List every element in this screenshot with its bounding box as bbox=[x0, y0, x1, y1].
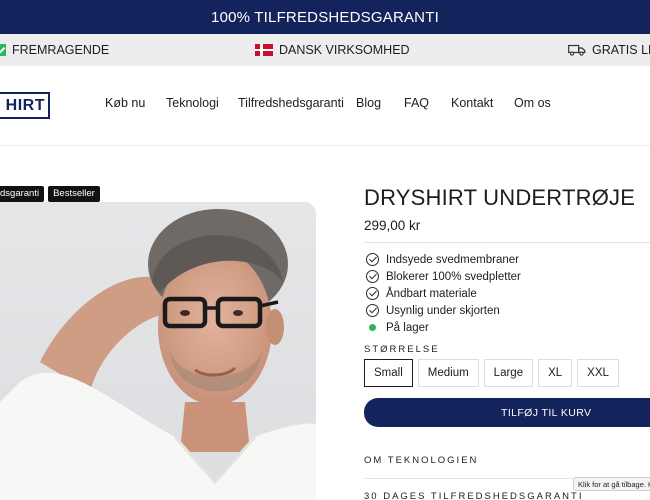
size-label: STØRRELSE bbox=[364, 344, 440, 355]
divider bbox=[364, 242, 650, 243]
product-price: 299,00 kr bbox=[364, 218, 421, 233]
nav-link-faq[interactable]: FAQ bbox=[404, 96, 429, 110]
announcement-bar: 100% TILFREDSHEDSGARANTI bbox=[0, 0, 650, 34]
site-logo[interactable]: HIRT bbox=[0, 92, 50, 119]
nav-link-buy[interactable]: Køb nu bbox=[105, 96, 145, 110]
guarantee-badge: dsgaranti bbox=[0, 186, 45, 202]
product-badges: dsgaranti Bestseller bbox=[0, 186, 100, 202]
feature-text: Blokerer 100% svedpletter bbox=[386, 270, 521, 283]
trust-item-danish: DANSK VIRKSOMHED bbox=[255, 34, 410, 66]
trust-item-rating: FREMRAGENDE bbox=[0, 34, 109, 66]
delivery-truck-icon bbox=[568, 44, 586, 56]
check-circle-icon bbox=[366, 270, 379, 283]
stock-status: På lager bbox=[366, 319, 521, 336]
nav-link-guarantee[interactable]: Tilfredshedsgaranti bbox=[238, 96, 344, 110]
trust-label: DANSK VIRKSOMHED bbox=[279, 43, 410, 57]
size-option-medium[interactable]: Medium bbox=[417, 359, 479, 387]
feature-list: Indsyede svedmembraner Blokerer 100% sve… bbox=[366, 251, 521, 336]
trust-item-delivery: GRATIS LEV bbox=[568, 34, 650, 66]
danish-flag-icon bbox=[255, 44, 273, 56]
size-selector: Small Medium Large XL XXL bbox=[364, 359, 619, 387]
trust-bar: FREMRAGENDE DANSK VIRKSOMHED GRATIS LEV bbox=[0, 34, 650, 66]
trust-label: FREMRAGENDE bbox=[12, 43, 110, 57]
check-circle-icon bbox=[366, 304, 379, 317]
feature-item: Blokerer 100% svedpletter bbox=[366, 268, 521, 285]
accordion-technology[interactable]: OM TEKNOLOGIEN bbox=[364, 455, 478, 466]
site-header: HIRT Køb nu Teknologi Tilfredshedsgarant… bbox=[0, 66, 650, 146]
feature-item: Åndbart materiale bbox=[366, 285, 521, 302]
nav-link-blog[interactable]: Blog bbox=[356, 96, 381, 110]
nav-link-contact[interactable]: Kontakt bbox=[451, 96, 493, 110]
size-option-xl[interactable]: XL bbox=[538, 359, 573, 387]
nav-link-technology[interactable]: Teknologi bbox=[166, 96, 219, 110]
bestseller-badge: Bestseller bbox=[48, 186, 100, 202]
accordion-guarantee[interactable]: 30 DAGES TILFREDSHEDSGARANTI bbox=[364, 491, 583, 500]
size-option-xxl[interactable]: XXL bbox=[577, 359, 619, 387]
feature-text: Usynlig under skjorten bbox=[386, 304, 500, 317]
green-check-icon bbox=[0, 44, 6, 56]
feature-item: Indsyede svedmembraner bbox=[366, 251, 521, 268]
size-option-large[interactable]: Large bbox=[483, 359, 534, 387]
in-stock-dot-icon bbox=[366, 321, 379, 334]
stock-text: På lager bbox=[386, 321, 429, 334]
trust-label: GRATIS LEV bbox=[592, 43, 650, 57]
size-option-small[interactable]: Small bbox=[364, 359, 413, 387]
feature-text: Indsyede svedmembraner bbox=[386, 253, 519, 266]
product-image[interactable] bbox=[0, 202, 316, 500]
add-to-cart-button[interactable]: TILFØJ TIL KURV bbox=[364, 398, 650, 427]
check-circle-icon bbox=[366, 253, 379, 266]
feature-item: Usynlig under skjorten bbox=[366, 302, 521, 319]
announcement-text: 100% TILFREDSHEDSGARANTI bbox=[211, 8, 439, 26]
nav-link-about[interactable]: Om os bbox=[514, 96, 551, 110]
check-circle-icon bbox=[366, 287, 379, 300]
feature-text: Åndbart materiale bbox=[386, 287, 477, 300]
back-tooltip: Klik for at gå tilbage. H bbox=[573, 477, 650, 491]
product-title: DRYSHIRT UNDERTRØJE bbox=[364, 185, 636, 210]
model-photo-illustration bbox=[0, 209, 316, 500]
